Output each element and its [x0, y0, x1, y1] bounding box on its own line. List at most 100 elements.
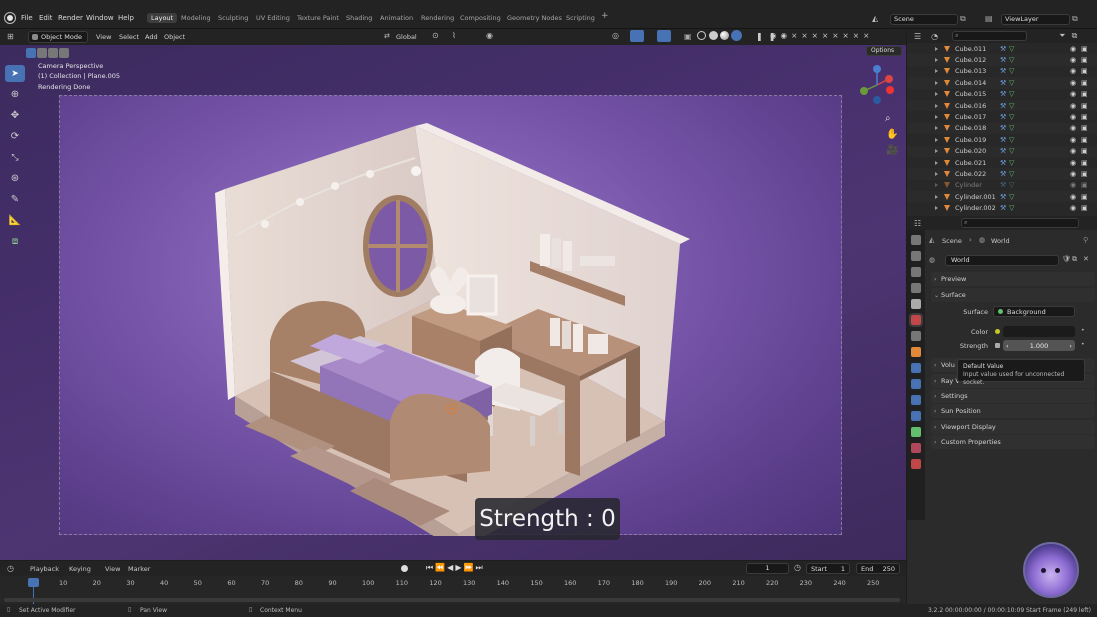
expand-arrow-icon[interactable]: [935, 58, 938, 63]
constraints-tab-icon[interactable]: [911, 411, 921, 421]
zoom-icon[interactable]: ⌕: [885, 113, 891, 124]
eye-icon[interactable]: ◉: [1070, 193, 1076, 201]
expand-arrow-icon[interactable]: [935, 137, 938, 142]
scene-selector[interactable]: Scene: [890, 14, 958, 25]
properties-editor-icon[interactable]: ☷: [914, 219, 921, 228]
outliner-row[interactable]: Cube.019 ⚒ ▽ ◉ ▣: [907, 134, 1097, 145]
color-socket-icon[interactable]: [995, 329, 1000, 334]
eye-icon[interactable]: ◉: [1070, 79, 1076, 87]
select-intersect-icon[interactable]: [59, 48, 69, 58]
expand-arrow-icon[interactable]: [935, 69, 938, 74]
cursor-tool[interactable]: ⊕: [5, 86, 25, 103]
menu-keying[interactable]: Keying: [69, 565, 91, 573]
pan-hand-icon[interactable]: ✋: [886, 129, 898, 140]
menu-view[interactable]: View: [96, 33, 111, 41]
outliner-row[interactable]: Cube.011 ⚒ ▽ ◉ ▣: [907, 43, 1097, 54]
eye-icon[interactable]: ◉: [1070, 159, 1076, 167]
outliner-row[interactable]: Cube.017 ⚒ ▽ ◉ ▣: [907, 111, 1097, 122]
fake-user-icon[interactable]: 🛡: [1062, 255, 1071, 263]
tab-sculpting[interactable]: Sculpting: [218, 14, 248, 22]
transform-orientation-icon[interactable]: ⇄: [384, 32, 390, 40]
editor-type-icon[interactable]: ⊞: [7, 32, 14, 41]
mesh-data-icon[interactable]: ▽: [1009, 136, 1014, 144]
outliner-editor-icon[interactable]: ☰: [914, 32, 921, 41]
navigation-gizmo[interactable]: [856, 63, 900, 107]
add-cube-tool[interactable]: ⧈: [5, 233, 25, 250]
mesh-data-icon[interactable]: ▽: [1009, 90, 1014, 98]
scale-tool[interactable]: ⤡: [5, 149, 25, 166]
options-dropdown[interactable]: Options: [866, 46, 902, 56]
new-collection-icon[interactable]: ⧉: [1072, 31, 1078, 41]
3d-viewport[interactable]: ➤ ⊕ ✥ ⟳ ⤡ ⊛ ✎ 📐 ⧈ Camera Perspective (1)…: [0, 45, 906, 560]
timeline-scrollbar[interactable]: [4, 598, 900, 602]
panel-custom-properties[interactable]: › Custom Properties: [931, 435, 1095, 449]
rotate-tool[interactable]: ⟳: [5, 128, 25, 145]
menu-edit[interactable]: Edit: [39, 14, 53, 22]
outliner-row[interactable]: Cube.022 ⚒ ▽ ◉ ▣: [907, 168, 1097, 180]
shading-solid-icon[interactable]: [709, 31, 718, 40]
modifier-wrench-icon[interactable]: ⚒: [1000, 56, 1006, 64]
xray-icon[interactable]: ▣: [684, 32, 692, 41]
view-layer-tab-icon[interactable]: [911, 283, 921, 293]
tab-layout[interactable]: Layout: [147, 13, 178, 23]
mesh-data-icon[interactable]: ▽: [1009, 56, 1014, 64]
pin-icon[interactable]: ⚲: [1083, 236, 1088, 244]
outliner-row[interactable]: Cube.016 ⚒ ▽ ◉ ▣: [907, 99, 1097, 112]
render-camera-icon[interactable]: ▣: [1081, 45, 1088, 53]
panel-sun-position[interactable]: › Sun Position: [931, 404, 1095, 418]
modifier-wrench-icon[interactable]: ⚒: [1000, 181, 1006, 189]
expand-arrow-icon[interactable]: [935, 183, 938, 188]
eye-icon[interactable]: ◉: [1070, 102, 1076, 110]
annotate-tool[interactable]: ✎: [5, 191, 25, 208]
expand-arrow-icon[interactable]: [935, 171, 938, 176]
tab-animation[interactable]: Animation: [380, 14, 413, 22]
start-frame-field[interactable]: Start 1: [806, 563, 850, 574]
gizmo-y-axis[interactable]: [860, 87, 868, 95]
modifier-wrench-icon[interactable]: ⚒: [1000, 124, 1006, 132]
end-frame-field[interactable]: End 250: [856, 563, 900, 574]
render-camera-icon[interactable]: ▣: [1081, 159, 1088, 167]
tab-uv-editing[interactable]: UV Editing: [256, 14, 290, 22]
mesh-data-icon[interactable]: ▽: [1009, 45, 1014, 53]
gizmo-neg-z-axis[interactable]: [873, 96, 881, 104]
snap-icon[interactable]: ⌇: [452, 31, 456, 40]
panel-viewport-display[interactable]: › Viewport Display: [931, 420, 1095, 434]
keyframe-dot-icon[interactable]: •: [1081, 341, 1085, 348]
object-tab-icon[interactable]: [911, 347, 921, 357]
strength-socket-icon[interactable]: [995, 343, 1000, 348]
current-frame-field[interactable]: 1: [746, 563, 789, 574]
render-camera-icon[interactable]: ▣: [1081, 147, 1088, 155]
expand-arrow-icon[interactable]: [935, 80, 938, 85]
scene-icon[interactable]: ◭: [872, 14, 878, 23]
mesh-data-icon[interactable]: ▽: [1009, 147, 1014, 155]
physics-tab-icon[interactable]: [911, 395, 921, 405]
modifier-wrench-icon[interactable]: ⚒: [1000, 147, 1006, 155]
duplicate-icon[interactable]: ⧉: [1072, 255, 1077, 264]
tab-scripting[interactable]: Scripting: [566, 14, 595, 22]
world-name-field[interactable]: World: [945, 255, 1059, 266]
proportional-edit-icon[interactable]: ◉: [486, 31, 493, 40]
mesh-data-icon[interactable]: ▽: [1009, 67, 1014, 75]
jump-keyframe-back-icon[interactable]: ⏪: [435, 563, 447, 572]
playhead[interactable]: [28, 578, 39, 587]
camera-view-icon[interactable]: 🎥: [886, 145, 898, 156]
outliner-row[interactable]: Cube.015 ⚒ ▽ ◉ ▣: [907, 89, 1097, 100]
select-subtract-icon[interactable]: [48, 48, 58, 58]
strength-field[interactable]: ‹ 1.000 ›: [1003, 340, 1075, 351]
menu-object[interactable]: Object: [164, 33, 185, 41]
expand-arrow-icon[interactable]: [935, 115, 938, 120]
visibility-icon[interactable]: ◎: [612, 31, 619, 40]
outliner-search-input[interactable]: ⌕: [952, 31, 1028, 41]
view-layer-selector[interactable]: ViewLayer: [1001, 14, 1070, 25]
eye-icon[interactable]: ◉: [1070, 181, 1076, 189]
eye-icon[interactable]: ◉: [1070, 124, 1076, 132]
new-view-layer-icon[interactable]: ⧉: [1072, 14, 1078, 24]
unlink-icon[interactable]: ✕: [1083, 255, 1089, 263]
eye-icon[interactable]: ◉: [1070, 90, 1076, 98]
expand-arrow-icon[interactable]: [935, 194, 938, 199]
shading-material-icon[interactable]: [720, 31, 729, 40]
expand-arrow-icon[interactable]: [935, 126, 938, 131]
outliner-row[interactable]: Cylinder.002 ⚒ ▽ ◉ ▣: [907, 202, 1097, 213]
select-box-tool[interactable]: ➤: [5, 65, 25, 82]
expand-arrow-icon[interactable]: [935, 149, 938, 154]
